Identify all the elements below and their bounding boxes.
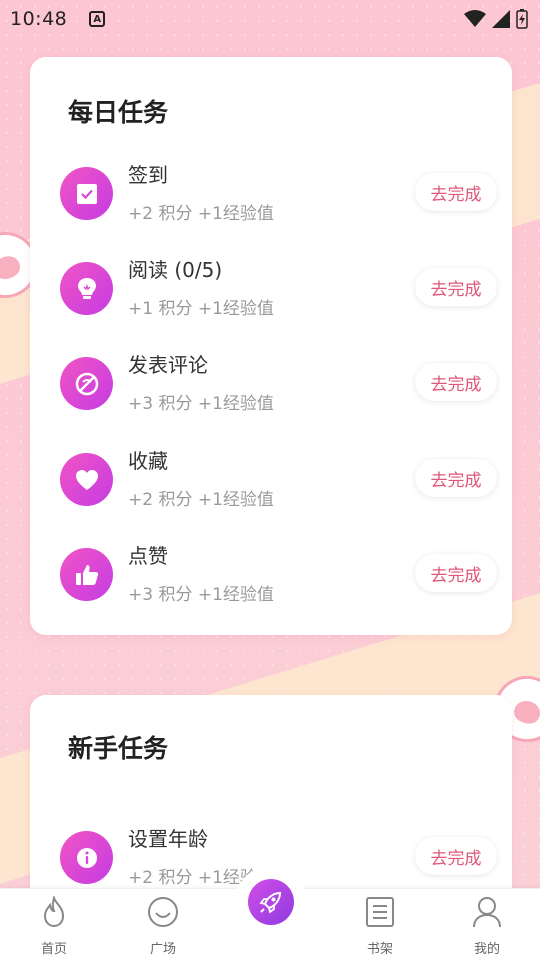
- task-row: 收藏 +2 积分 +1经验值 去完成: [60, 445, 497, 515]
- status-time: 10:48: [10, 8, 68, 30]
- heart-icon: [60, 453, 113, 506]
- rocket-icon: [248, 879, 294, 925]
- battery-icon: [516, 9, 528, 29]
- task-reward: +3 积分 +1经验值: [128, 585, 274, 605]
- status-icons: [464, 9, 528, 29]
- signal-icon: [492, 10, 510, 28]
- nav-label: 书架: [366, 942, 393, 957]
- go-complete-button[interactable]: 去完成: [415, 173, 497, 211]
- nav-label: 首页: [40, 942, 67, 957]
- notification-a-icon: A: [89, 11, 106, 27]
- go-complete-button[interactable]: 去完成: [415, 459, 497, 497]
- task-row: 点赞 +3 积分 +1经验值 去完成: [60, 540, 497, 610]
- person-icon: [472, 895, 502, 928]
- task-name: 签到: [128, 163, 168, 187]
- task-name: 收藏: [128, 449, 168, 473]
- nav-label: 广场: [149, 942, 176, 957]
- task-name: 设置年龄: [128, 827, 208, 851]
- thumbs-up-icon: [60, 548, 113, 601]
- lightbulb-icon: [60, 262, 113, 315]
- task-name: 发表评论: [128, 353, 208, 377]
- checkbox-icon: [60, 167, 113, 220]
- task-reward: +3 积分 +1经验值: [128, 394, 274, 414]
- flame-icon: [39, 895, 69, 928]
- nav-label: 我的: [473, 942, 500, 957]
- go-complete-button[interactable]: 去完成: [415, 363, 497, 401]
- newbie-tasks-title: 新手任务: [68, 734, 169, 763]
- go-complete-button[interactable]: 去完成: [415, 837, 497, 875]
- go-complete-button[interactable]: 去完成: [415, 554, 497, 592]
- status-bar: 10:48 A: [0, 0, 540, 38]
- daily-tasks-title: 每日任务: [68, 98, 169, 127]
- go-complete-button[interactable]: 去完成: [415, 268, 497, 306]
- daily-tasks-card: 每日任务 签到 +2 积分 +1经验值 去完成 阅读 (0/5) +1 积分 +…: [30, 57, 512, 635]
- nav-item-bookshelf[interactable]: 书架: [345, 895, 415, 957]
- task-name: 点赞: [128, 544, 168, 568]
- task-row: 签到 +2 积分 +1经验值 去完成: [60, 159, 497, 229]
- nav-item-home[interactable]: 首页: [19, 895, 89, 957]
- info-icon: [60, 831, 113, 884]
- task-reward: +1 积分 +1经验值: [128, 299, 274, 319]
- task-row: 阅读 (0/5) +1 积分 +1经验值 去完成: [60, 254, 497, 324]
- smile-icon: [147, 895, 179, 928]
- task-name: 阅读 (0/5): [128, 258, 223, 282]
- bookshelf-icon: [365, 895, 395, 928]
- task-reward: +2 积分 +1经验值: [128, 490, 274, 510]
- task-row: 发表评论 +3 积分 +1经验值 去完成: [60, 349, 497, 419]
- nav-center-fab[interactable]: [235, 866, 307, 938]
- wifi-icon: [464, 10, 486, 27]
- task-reward: +2 积分 +1经验值: [128, 204, 274, 224]
- nav-item-square[interactable]: 广场: [128, 895, 198, 957]
- comment-icon: [60, 357, 113, 410]
- nav-item-mine[interactable]: 我的: [452, 895, 522, 957]
